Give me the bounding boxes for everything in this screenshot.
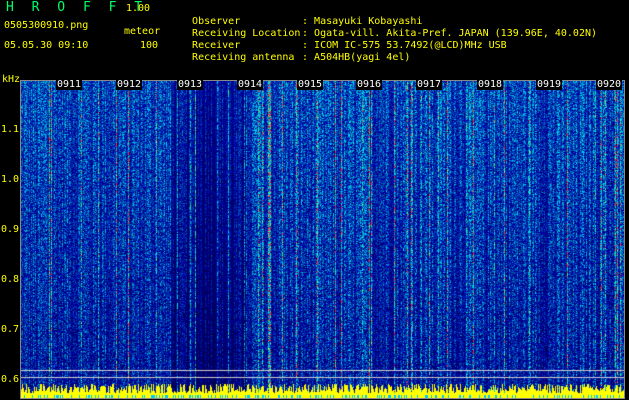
filename-label: 0505300910.png xyxy=(4,20,89,31)
y-tick: 0.8 xyxy=(1,274,20,285)
mode-label: meteor xyxy=(124,26,161,37)
colon: : xyxy=(302,52,309,63)
x-tick: 0913 xyxy=(177,79,204,90)
x-tick: 0919 xyxy=(536,79,563,90)
y-axis-unit: kHz xyxy=(2,74,21,85)
station-row-antenna: Receiving antenna: A504HB(yagi 4el) xyxy=(180,40,410,64)
x-tick: 0918 xyxy=(477,79,504,90)
station-value: A504HB(yagi 4el) xyxy=(314,52,411,63)
x-tick: 0912 xyxy=(116,79,143,90)
count-label: 100 xyxy=(140,40,159,51)
x-tick: 0914 xyxy=(237,79,264,90)
y-tick: 0.7 xyxy=(1,324,20,335)
y-tick: 0.6 xyxy=(1,374,20,385)
x-tick: 0920 xyxy=(596,79,623,90)
x-tick: 0917 xyxy=(416,79,443,90)
spectrogram-canvas xyxy=(20,80,625,399)
spectrogram-panel xyxy=(20,80,625,399)
datetime-label: 05.05.30 09:10 xyxy=(4,40,89,51)
x-tick: 0915 xyxy=(297,79,324,90)
station-key: Receiving antenna xyxy=(192,52,295,63)
x-tick: 0911 xyxy=(56,79,83,90)
y-tick: 1.1 xyxy=(1,124,20,135)
x-tick: 0916 xyxy=(356,79,383,90)
y-tick: 1.0 xyxy=(1,174,20,185)
y-tick: 0.9 xyxy=(1,224,20,235)
version-label: 1.00 xyxy=(126,3,151,14)
